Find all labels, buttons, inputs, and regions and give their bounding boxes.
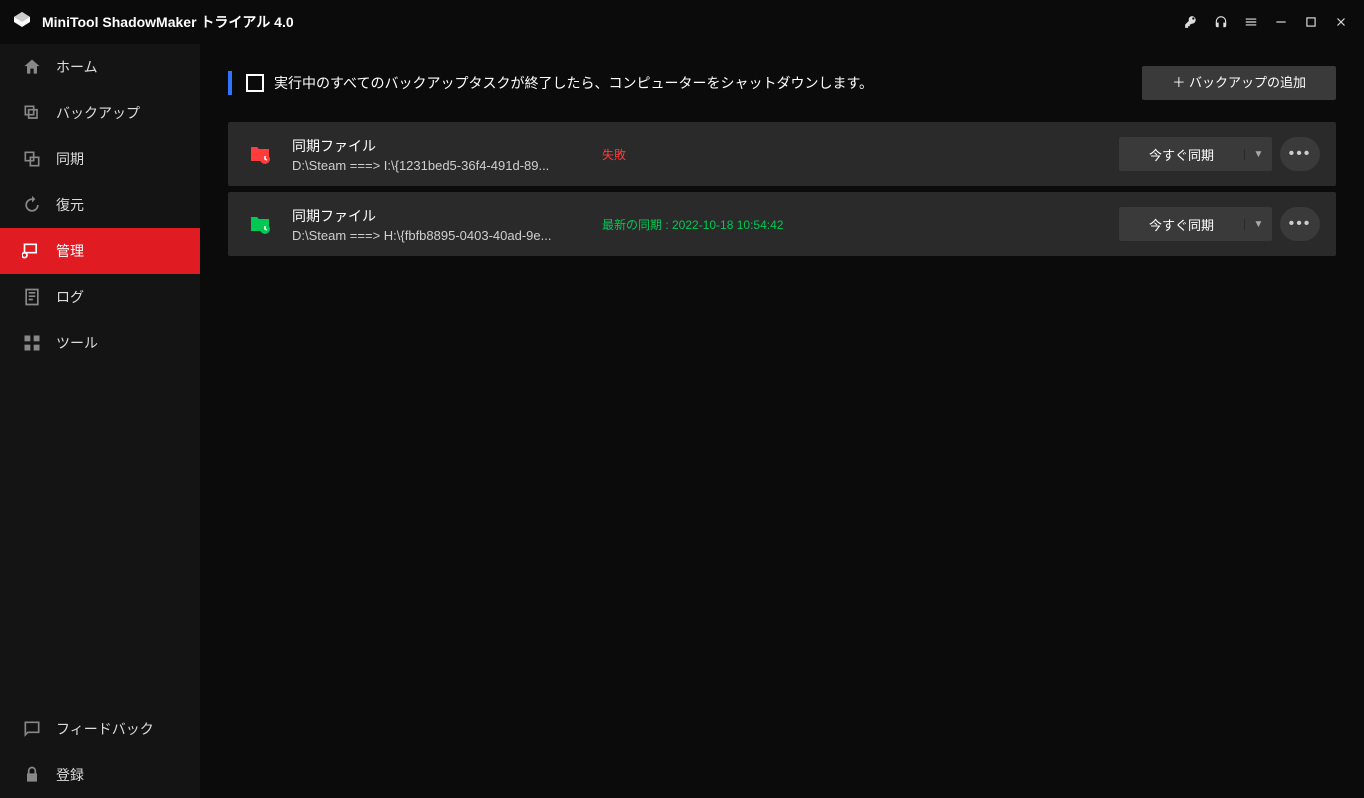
sync-icon (22, 149, 42, 169)
log-icon (22, 287, 42, 307)
content-pane: 実行中のすべてのバックアップタスクが終了したら、コンピューターをシャットダウンし… (200, 44, 1364, 798)
sidebar-item-home[interactable]: ホーム (0, 44, 200, 90)
sidebar-item-label: 同期 (56, 149, 84, 169)
folder-sync-icon (244, 208, 276, 240)
task-title: 同期ファイル (292, 136, 602, 156)
sync-now-button[interactable]: 今すぐ同期 ▼ (1119, 137, 1272, 171)
task-row: 同期ファイル D:\Steam ===> H:\{fbfb8895-0403-4… (228, 192, 1336, 256)
sidebar-item-log[interactable]: ログ (0, 274, 200, 320)
home-icon (22, 57, 42, 77)
add-backup-button[interactable]: ＋ バックアップの追加 (1142, 66, 1336, 100)
task-status: 最新の同期 : 2022-10-18 10:54:42 (602, 216, 1022, 233)
more-button[interactable]: ••• (1280, 137, 1320, 171)
sidebar-item-manage[interactable]: 管理 (0, 228, 200, 274)
sidebar-item-label: ログ (56, 287, 84, 307)
manage-icon (22, 241, 42, 261)
sidebar-item-register[interactable]: 登録 (0, 752, 200, 798)
sync-now-label: 今すぐ同期 (1119, 215, 1244, 234)
shutdown-checkbox[interactable] (246, 74, 264, 92)
task-status: 失敗 (602, 146, 1022, 163)
tools-icon (22, 333, 42, 353)
app-logo-icon (10, 10, 34, 34)
sidebar-item-label: バックアップ (56, 103, 140, 123)
accent-bar (228, 71, 232, 95)
sync-now-label: 今すぐ同期 (1119, 145, 1244, 164)
sidebar-item-sync[interactable]: 同期 (0, 136, 200, 182)
key-icon[interactable] (1176, 7, 1206, 37)
task-path: D:\Steam ===> I:\{1231bed5-36f4-491d-89.… (292, 158, 602, 173)
folder-sync-icon (244, 138, 276, 170)
task-path: D:\Steam ===> H:\{fbfb8895-0403-40ad-9e.… (292, 228, 602, 243)
minimize-icon[interactable] (1266, 7, 1296, 37)
chevron-down-icon[interactable]: ▼ (1244, 219, 1272, 230)
more-button[interactable]: ••• (1280, 207, 1320, 241)
chevron-down-icon[interactable]: ▼ (1244, 149, 1272, 160)
sidebar-item-label: 復元 (56, 195, 84, 215)
sidebar-item-feedback[interactable]: フィードバック (0, 706, 200, 752)
sidebar-item-label: ツール (56, 333, 98, 353)
feedback-icon (22, 719, 42, 739)
sidebar-item-label: 登録 (56, 765, 84, 785)
task-title: 同期ファイル (292, 206, 602, 226)
sidebar-item-label: フィードバック (56, 719, 154, 739)
sidebar-item-tools[interactable]: ツール (0, 320, 200, 366)
shutdown-text: 実行中のすべてのバックアップタスクが終了したら、コンピューターをシャットダウンし… (274, 73, 873, 93)
restore-icon (22, 195, 42, 215)
maximize-icon[interactable] (1296, 7, 1326, 37)
menu-icon[interactable] (1236, 7, 1266, 37)
lock-icon (22, 765, 42, 785)
task-row: 同期ファイル D:\Steam ===> I:\{1231bed5-36f4-4… (228, 122, 1336, 186)
headset-icon[interactable] (1206, 7, 1236, 37)
sidebar: ホーム バックアップ 同期 復元 管理 ログ ツール フィードバ (0, 44, 200, 798)
sidebar-item-restore[interactable]: 復元 (0, 182, 200, 228)
sidebar-item-label: 管理 (56, 241, 84, 261)
sidebar-item-backup[interactable]: バックアップ (0, 90, 200, 136)
backup-icon (22, 103, 42, 123)
close-icon[interactable] (1326, 7, 1356, 37)
sidebar-item-label: ホーム (56, 57, 98, 77)
app-title: MiniTool ShadowMaker トライアル 4.0 (42, 12, 294, 32)
sync-now-button[interactable]: 今すぐ同期 ▼ (1119, 207, 1272, 241)
